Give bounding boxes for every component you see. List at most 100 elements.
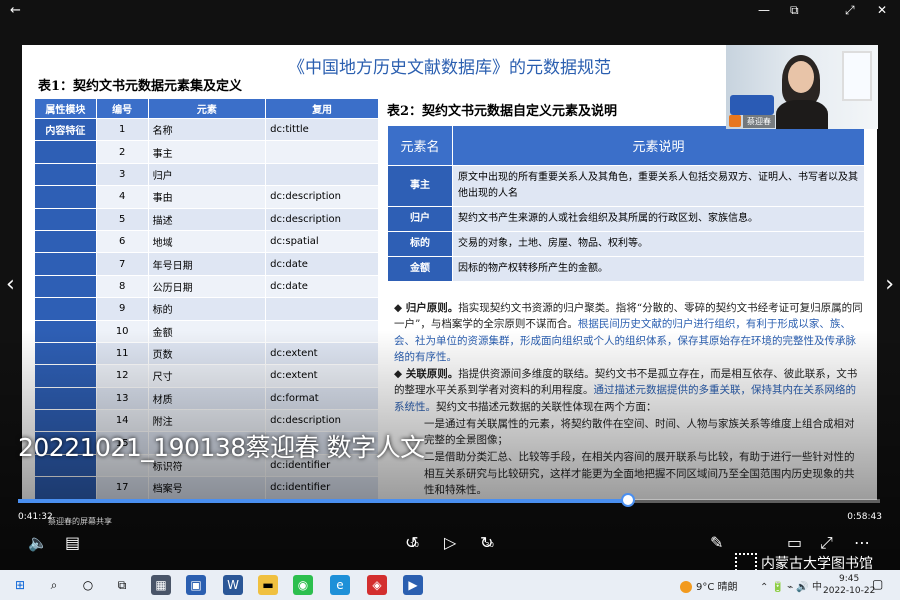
file-explorer-icon[interactable]: ▬ (258, 575, 278, 595)
table1-header: 属性模块 (34, 98, 97, 119)
table-cell-reuse: dc:tittle (265, 117, 379, 142)
store-icon[interactable]: ▣ (186, 575, 206, 595)
more-icon[interactable]: ⋯ (854, 533, 870, 552)
table-cell-no: 1 (95, 117, 149, 142)
table-cell-element: 金额 (147, 319, 267, 343)
table-cell-element: 事主 (147, 140, 267, 164)
table-cell-element: 尺寸 (147, 364, 267, 388)
table-cell-element: 名称 (147, 117, 267, 142)
table-row: 8 公历日期 dc:date (34, 274, 379, 299)
table-cell-module (34, 364, 97, 388)
restore-icon[interactable]: ⧉ (790, 3, 799, 18)
clock[interactable]: 9:45 2022-10-22 (823, 573, 875, 597)
element-name-cell: 标的 (387, 231, 453, 257)
principle-2-text-b: 契约文书描述元数据的关联性体现在两个方面： (436, 400, 657, 413)
skip-back-button[interactable]: ↺ 10 (405, 533, 419, 552)
notification-icon[interactable]: ▢ (872, 577, 883, 591)
app-icon[interactable]: ▦ (151, 575, 171, 595)
video-caption: 20221021_190138蔡迎春 数字人文 (18, 433, 425, 462)
skip-forward-button[interactable]: ↻ 30 (480, 533, 494, 552)
play-icon[interactable]: ▷ (444, 533, 456, 552)
movies-icon[interactable]: ▶ (403, 575, 423, 595)
back-arrow-icon[interactable]: ← (10, 3, 21, 18)
table-cell-module (34, 252, 97, 276)
table-row: 11 页数 dc:extent (34, 341, 379, 366)
table-row: 10 金额 (34, 319, 379, 343)
table-cell-reuse: dc:spatial (265, 229, 379, 254)
volume-icon[interactable]: 🔈 (28, 533, 48, 552)
fullscreen-icon[interactable]: ⤢ (820, 533, 833, 553)
word-icon[interactable]: W (223, 575, 243, 595)
table-row: 2 事主 (34, 140, 379, 164)
table-cell-module (34, 207, 97, 231)
table-cell-reuse: dc:identifier (265, 476, 379, 500)
table-cell-element: 标的 (147, 297, 267, 321)
edit-icon[interactable]: ✎ (710, 533, 723, 552)
table-cell-module (34, 297, 97, 321)
system-tray[interactable]: ⌃ 🔋 ⌁ 🔊 中 (760, 578, 822, 593)
minimize-icon[interactable]: — (758, 3, 770, 17)
table-cell-no: 3 (95, 162, 149, 187)
element-desc-cell: 原文中出现的所有重要关系人及其角色，重要关系人包括交易双方、证明人、书写者以及其… (452, 165, 865, 207)
weather-widget[interactable]: 9°C 晴朗 (680, 578, 738, 593)
element-name-cell: 归户 (387, 206, 453, 232)
ime-indicator[interactable]: 中 (812, 582, 822, 593)
table-row: 4 事由 dc:description (34, 185, 379, 209)
table-cell-no: 4 (95, 185, 149, 209)
table-cell-reuse (265, 162, 379, 187)
table-cell-module (34, 386, 97, 411)
table2-caption: 表2：契约文书元数据自定义元素及说明 (387, 104, 618, 119)
principles-text: ◆ 归户原则。指实现契约文书资源的归户聚类。指将“分散的、零碎的契约文书经考证可… (394, 300, 864, 499)
close-icon[interactable]: ✕ (877, 3, 887, 17)
table-row: 7 年号日期 dc:date (34, 252, 379, 276)
table-row: 归户 契约文书产生来源的人或社会组织及其所属的行政区划、家族信息。 (387, 206, 865, 232)
search-icon[interactable]: ⌕ (44, 575, 64, 595)
previous-arrow-icon[interactable]: ‹ (6, 272, 15, 297)
table-cell-reuse: dc:extent (265, 341, 379, 366)
custom-element-table: 元素名 元素说明 事主 原文中出现的所有重要关系人及其角色，重要关系人包括交易双方、… (387, 125, 865, 282)
progress-knob[interactable] (621, 493, 636, 507)
table1-header: 编号 (95, 98, 149, 119)
element-desc-cell: 契约文书产生来源的人或社会组织及其所属的行政区划、家族信息。 (452, 206, 865, 232)
principle-2-point-2: 二是借助分类汇总、比较等手段，在相关内容间的展开联系与比较，有助于进行一些针对性… (424, 451, 855, 496)
table-row: 内容特征 1 名称 dc:tittle (34, 117, 379, 142)
cortana-icon[interactable]: ○ (78, 575, 98, 595)
windows-start-icon[interactable]: ⊞ (10, 575, 30, 595)
maximize-icon[interactable]: ⤢ (845, 3, 855, 18)
table1-header: 元素 (147, 98, 267, 119)
table-cell-reuse (265, 319, 379, 343)
edge-icon[interactable]: e (330, 575, 350, 595)
subtitles-icon[interactable]: ▤ (65, 533, 80, 552)
table-cell-no: 7 (95, 252, 149, 276)
element-name-cell: 金额 (387, 256, 453, 282)
progress-bar[interactable] (18, 493, 880, 507)
element-desc-cell: 因标的物产权转移所产生的金额。 (452, 256, 865, 282)
table-cell-module (34, 162, 97, 187)
table-cell-module (34, 319, 97, 343)
table-cell-module (34, 140, 97, 164)
table-cell-module (34, 476, 97, 500)
table-row: 5 描述 dc:description (34, 207, 379, 231)
table-cell-element: 档案号 (147, 476, 267, 500)
principle-2-point-1: 一是通过有关联属性的元素，将契约散件在空间、时间、人物与家族关系等维度上组合成相… (424, 417, 855, 447)
task-view-icon[interactable]: ⧉ (112, 575, 132, 595)
table-cell-no: 13 (95, 386, 149, 411)
table-cell-no: 8 (95, 274, 149, 299)
share-watermark: 蔡迎春的屏幕共享 (48, 517, 112, 526)
app-red-icon[interactable]: ◈ (367, 575, 387, 595)
table1-caption: 表1：契约文书元数据元素集及定义 (38, 79, 243, 94)
table-row: 9 标的 (34, 297, 379, 321)
table-cell-no: 6 (95, 229, 149, 254)
speaker-webcam: 蔡迎春 (726, 45, 878, 129)
table2-header: 元素说明 (452, 125, 865, 166)
next-arrow-icon[interactable]: › (885, 272, 894, 297)
miniplayer-icon[interactable]: ▭ (787, 533, 802, 552)
table-cell-reuse: dc:date (265, 252, 379, 276)
title-bar: ← — ⧉ ⤢ ✕ (0, 0, 900, 24)
mic-icon (729, 115, 741, 127)
table-cell-reuse (265, 297, 379, 321)
table-cell-no: 17 (95, 476, 149, 500)
table-cell-reuse: dc:description (265, 207, 379, 231)
table-cell-element: 材质 (147, 386, 267, 411)
wechat-icon[interactable]: ◉ (293, 575, 313, 595)
